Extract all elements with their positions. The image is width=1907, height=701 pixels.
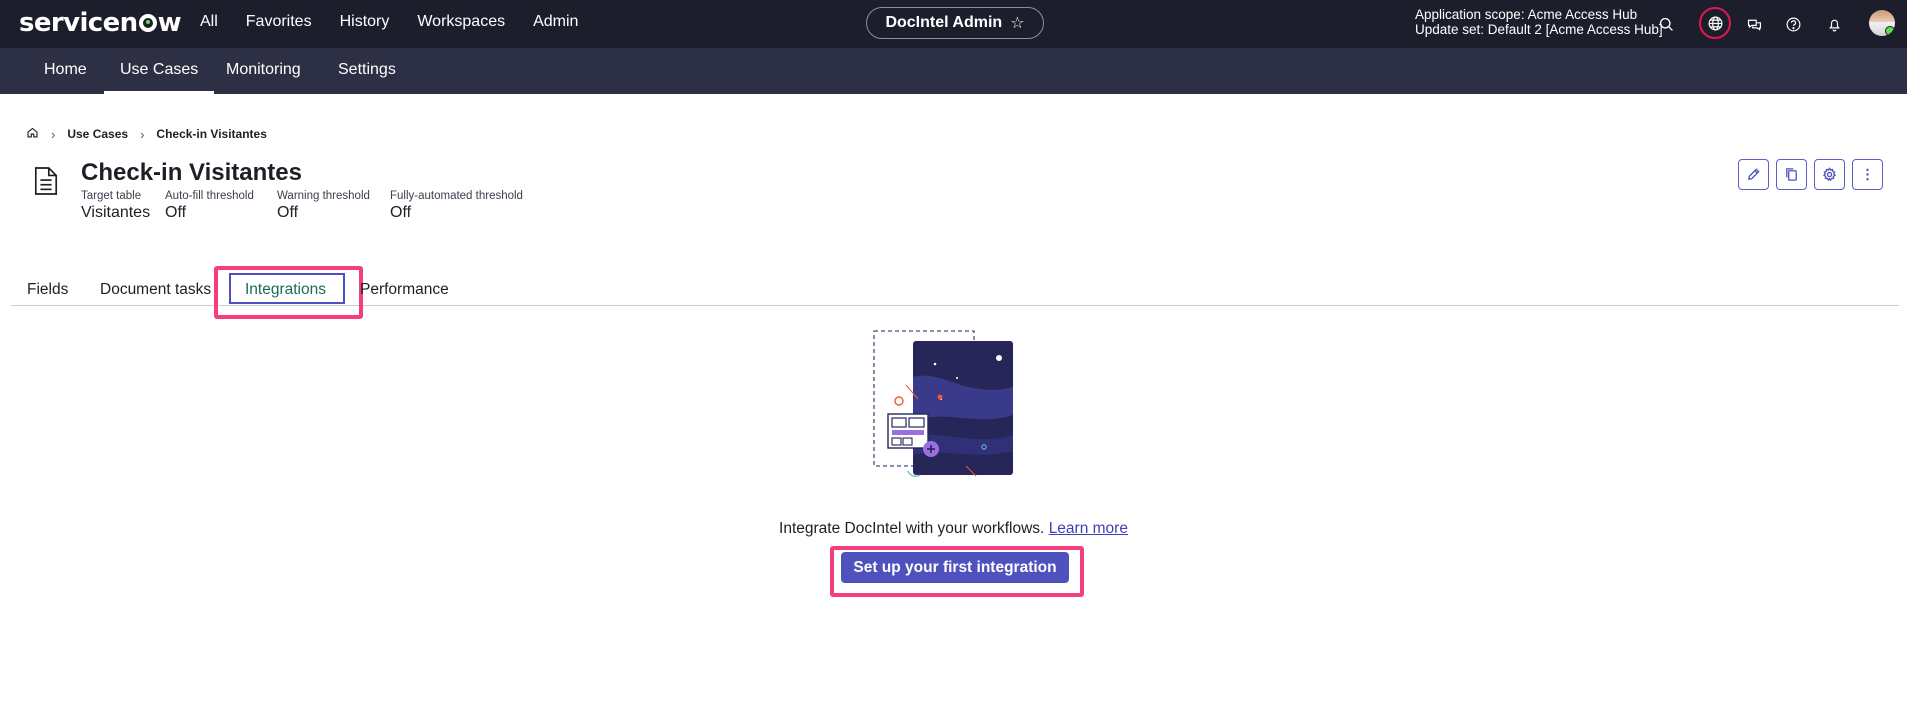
bell-icon[interactable] (1820, 10, 1848, 38)
meta-fully-automated-threshold: Fully-automated threshold Off (390, 190, 523, 222)
edit-button[interactable] (1738, 159, 1769, 190)
nav-all[interactable]: All (200, 13, 218, 31)
top-nav: All Favorites History Workspaces Admin (200, 13, 606, 31)
meta-value: Off (277, 204, 299, 221)
search-icon[interactable] (1652, 10, 1680, 38)
subnav-monitoring[interactable]: Monitoring (226, 48, 301, 94)
settings-button[interactable] (1814, 159, 1845, 190)
document-icon (33, 166, 59, 201)
copy-button[interactable] (1776, 159, 1807, 190)
subnav-home[interactable]: Home (44, 48, 87, 94)
tab-document-tasks[interactable]: Document tasks (100, 281, 211, 299)
chat-icon[interactable] (1740, 10, 1768, 38)
copy-icon (1786, 168, 1797, 181)
breadcrumb: › Use Cases › Check-in Visitantes (26, 126, 267, 142)
nav-workspaces[interactable]: Workspaces (417, 13, 505, 31)
avatar[interactable] (1869, 10, 1895, 36)
help-icon[interactable] (1779, 10, 1807, 38)
meta-label: Target table (81, 190, 142, 202)
learn-more-link[interactable]: Learn more (1049, 520, 1128, 537)
edit-icon (1748, 168, 1760, 180)
star-icon[interactable]: ☆ (1010, 13, 1024, 33)
breadcrumb-use-cases[interactable]: Use Cases (67, 127, 128, 141)
meta-value: Off (165, 204, 187, 221)
setup-first-integration-button[interactable]: Set up your first integration (841, 552, 1069, 583)
sub-nav: Home Use Cases Monitoring Settings (0, 48, 1907, 94)
meta-label: Fully-automated threshold (390, 190, 523, 202)
update-set: Update set: Default 2 [Acme Access Hub] (1415, 22, 1663, 37)
integration-illustration (872, 329, 1042, 490)
tab-fields[interactable]: Fields (27, 281, 68, 299)
meta-warning-threshold: Warning threshold Off (277, 190, 370, 222)
top-bar: servicen w All Favorites History Workspac… (0, 0, 1907, 48)
subnav-use-cases[interactable]: Use Cases (104, 48, 215, 94)
page-title: Check-in Visitantes (81, 159, 302, 186)
tab-integrations[interactable]: Integrations (245, 281, 326, 299)
meta-value: Visitantes (81, 204, 151, 221)
meta-target-table: Target table Visitantes (81, 190, 150, 222)
app-pill-label: DocIntel Admin (885, 14, 1003, 31)
chevron-right-icon: › (51, 126, 56, 142)
scope-info[interactable]: Application scope: Acme Access Hub Updat… (1415, 7, 1663, 37)
nav-admin[interactable]: Admin (533, 13, 578, 31)
chevron-right-icon: › (140, 126, 145, 142)
nav-favorites[interactable]: Favorites (246, 13, 312, 31)
more-icon (1866, 168, 1869, 181)
more-button[interactable] (1852, 159, 1883, 190)
home-icon[interactable] (26, 126, 39, 142)
meta-auto-fill-threshold: Auto-fill threshold Off (165, 190, 254, 222)
meta-label: Auto-fill threshold (165, 190, 254, 202)
meta-value: Off (390, 204, 412, 221)
empty-state-message: Integrate DocIntel with your workflows. … (0, 520, 1907, 538)
subnav-settings[interactable]: Settings (338, 48, 396, 94)
integration-illustration-svg (873, 330, 1013, 477)
nav-history[interactable]: History (340, 13, 390, 31)
empty-state-text: Integrate DocIntel with your workflows. (779, 520, 1045, 537)
app-pill[interactable]: DocIntel Admin ☆ (866, 7, 1044, 39)
globe-icon[interactable] (1699, 7, 1731, 39)
application-scope: Application scope: Acme Access Hub (1415, 7, 1638, 22)
breadcrumb-current: Check-in Visitantes (156, 127, 267, 141)
servicenow-logo[interactable]: servicen w (19, 8, 182, 38)
tab-performance[interactable]: Performance (360, 281, 449, 299)
gear-icon (1822, 167, 1837, 182)
meta-label: Warning threshold (277, 190, 370, 202)
